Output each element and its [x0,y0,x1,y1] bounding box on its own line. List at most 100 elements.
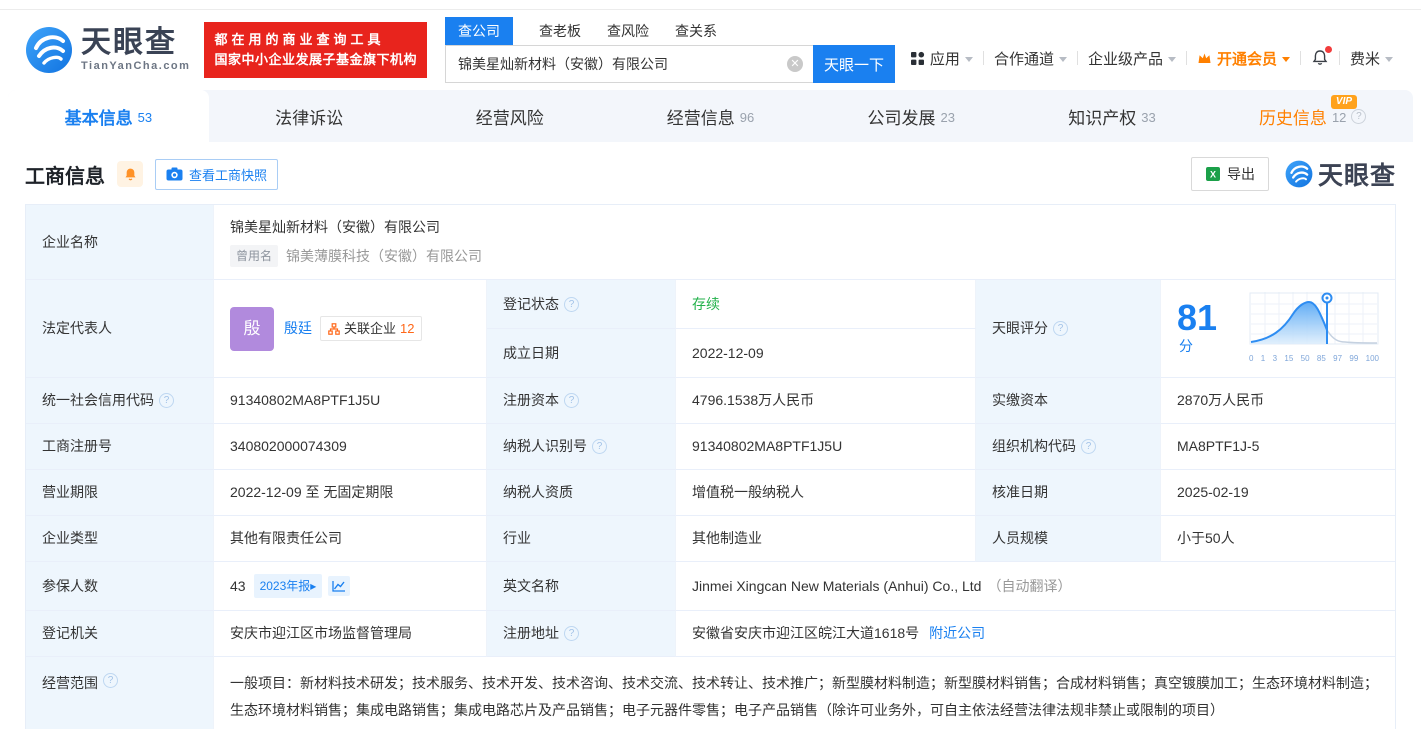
company-name-cell: 锦美星灿新材料（安徽）有限公司 曾用名 锦美薄膜科技（安徽）有限公司 [214,205,1395,280]
business-scope-label: 经营范围? [26,657,214,729]
business-info-table: 企业名称 锦美星灿新材料（安徽）有限公司 曾用名 锦美薄膜科技（安徽）有限公司 … [25,204,1396,729]
nav-user-label: 费米 [1349,50,1380,68]
tab-company-development[interactable]: 公司发展 23 [811,90,1012,142]
org-code-value: MA8PTF1J-5 [1161,424,1395,470]
tab-intellectual-property[interactable]: 知识产权 33 [1012,90,1213,142]
score-axis: 0 1 3 15 50 85 97 99 100 [1249,354,1379,363]
annual-report-badge[interactable]: 2023年报▸ [253,574,323,598]
english-name-cell: Jinmei Xingcan New Materials (Anhui) Co.… [676,562,1395,611]
nav-divider [982,51,984,65]
tab-operating-risk[interactable]: 经营风险 [409,90,610,142]
tianyancha-logo[interactable]: 天眼查 TianYanCha.com [25,26,190,74]
score-cell[interactable]: 81分 0 1 3 15 50 85 97 99 100 [1161,280,1395,378]
tab-legal[interactable]: 法律诉讼 [209,90,410,142]
search-block: 查公司 查老板 查风险 查关系 ✕ 天眼一下 [444,17,895,83]
former-name: 锦美薄膜科技（安徽）有限公司 [286,247,483,264]
search-tab-company[interactable]: 查公司 [444,17,513,45]
nav-divider [1076,51,1078,65]
clear-icon[interactable]: ✕ [786,56,803,72]
english-name: Jinmei Xingcan New Materials (Anhui) Co.… [692,577,982,594]
tab-label: 经营风险 [475,108,544,128]
section-header: 工商信息 查看工商快照 X 导出 天眼查 [25,156,1396,192]
tab-label: 公司发展 [867,108,936,128]
insured-count-cell: 43 2023年报▸ [214,562,487,611]
taxpayer-quality-value: 增值税一般纳税人 [676,470,976,516]
paid-capital-value: 2870万人民币 [1161,378,1395,424]
paid-capital-label: 实缴资本 [976,378,1161,424]
subscribe-bell-button[interactable] [117,161,143,187]
tab-label: 法律诉讼 [275,108,344,128]
reg-capital-label: 注册资本? [487,378,676,424]
nav-user[interactable]: 费米 [1350,48,1393,69]
nav-apps[interactable]: 应用 [910,48,973,69]
snapshot-button[interactable]: 查看工商快照 [155,158,279,190]
tab-basic-info[interactable]: 基本信息 53 [8,90,209,142]
top-nav: 应用 合作通道 企业级产品 开通会员 费米 [910,46,1393,69]
company-type-label: 企业类型 [26,516,214,562]
company-type-value: 其他有限责任公司 [214,516,487,562]
industry-label: 行业 [487,516,676,562]
logo-swirl-icon [26,27,72,73]
company-name: 锦美星灿新材料（安徽）有限公司 [230,219,440,235]
related-companies-label: 关联企业 [344,320,397,336]
tab-history-info[interactable]: VIP 历史信息 12 ? [1212,90,1413,142]
excel-icon: X [1205,167,1220,181]
insured-count-label: 参保人数 [26,562,214,611]
nav-divider [1185,51,1187,65]
legal-rep-label: 法定代表人 [26,280,214,378]
staff-size-value: 小于50人 [1161,516,1395,562]
business-term-label: 营业期限 [26,470,214,516]
help-icon[interactable]: ? [564,626,579,641]
camera-icon [166,167,183,181]
tab-label: 历史信息 [1258,108,1327,128]
nav-products-label: 企业级产品 [1087,50,1163,68]
reg-status-label: 登记状态? [487,280,676,329]
establish-date-label: 成立日期 [487,329,676,378]
help-icon[interactable]: ? [1081,439,1096,454]
registration-authority-value: 安庆市迎江区市场监督管理局 [214,611,487,657]
tab-operating-info[interactable]: 经营信息 96 [610,90,811,142]
legal-rep-avatar[interactable]: 殷 [230,306,274,351]
help-icon[interactable]: ? [159,393,174,408]
tab-label: 基本信息 [64,108,133,128]
notification-dot [1324,46,1332,53]
vip-badge: VIP [1330,95,1358,109]
export-button[interactable]: X 导出 [1190,157,1269,191]
auto-translate-note: （自动翻译） [987,577,1072,594]
related-companies-badge[interactable]: 关联企业 12 [320,315,423,342]
legal-rep-name-link[interactable]: 殷廷 [284,318,312,339]
nearby-companies-link[interactable]: 附近公司 [929,623,985,644]
page-tabs: 基本信息 53 法律诉讼 经营风险 经营信息 96 公司发展 23 知识产权 3… [8,90,1413,142]
nav-partner-label: 合作通道 [993,50,1054,68]
chevron-down-icon [964,56,973,62]
search-tab-boss[interactable]: 查老板 [539,17,581,45]
header: 天眼查 TianYanCha.com 都在用的商业查询工具 国家中小企业发展子基… [0,10,1421,90]
tab-label: 知识产权 [1068,108,1137,128]
nav-partner[interactable]: 合作通道 [994,48,1067,69]
search-tab-relation[interactable]: 查关系 [675,17,717,45]
company-name-label: 企业名称 [26,205,214,280]
logo-title: 天眼查 [81,26,177,59]
svg-text:X: X [1210,170,1216,180]
help-icon[interactable]: ? [564,296,579,312]
search-button[interactable]: 天眼一下 [812,45,895,83]
reg-number-value: 340802000074309 [214,424,487,470]
approve-date-value: 2025-02-19 [1161,470,1395,516]
tab-count: 53 [137,109,153,125]
search-tab-risk[interactable]: 查风险 [607,17,649,45]
help-icon[interactable]: ? [103,673,118,688]
reg-capital-value: 4796.1538万人民币 [676,378,976,424]
nav-products[interactable]: 企业级产品 [1088,48,1176,69]
nav-vip[interactable]: 开通会员 [1197,48,1290,69]
uscc-label: 统一社会信用代码? [26,378,214,424]
top-strip [0,0,1421,10]
help-icon[interactable]: ? [1351,108,1367,124]
help-icon[interactable]: ? [1053,321,1068,336]
help-icon[interactable]: ? [592,439,607,454]
tab-label: 经营信息 [666,108,735,128]
tab-count: 96 [739,109,755,125]
search-input[interactable] [444,45,813,83]
trend-chart-icon[interactable] [328,576,351,596]
notifications-bell[interactable] [1311,46,1332,67]
help-icon[interactable]: ? [564,393,579,408]
